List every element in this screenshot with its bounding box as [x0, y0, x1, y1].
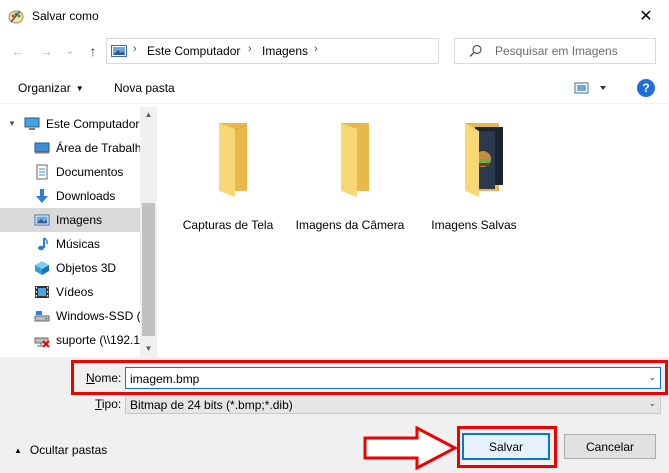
- pictures-icon: [34, 214, 50, 226]
- name-label-rest: ome:: [94, 371, 122, 385]
- nav-item-label: Este Computador: [46, 117, 140, 131]
- nav-item-label: Objetos 3D: [56, 261, 117, 275]
- address-bar[interactable]: › Este Computador › Imagens › ⌄ ↻: [106, 38, 536, 64]
- nav-item-3d-objects[interactable]: Objetos 3D: [0, 256, 140, 280]
- folder-label: Capturas de Tela: [182, 218, 274, 232]
- back-button[interactable]: ←: [10, 43, 26, 59]
- name-label: Nome:: [86, 371, 121, 385]
- save-button[interactable]: Salvar: [462, 433, 550, 460]
- 3d-objects-icon: [35, 261, 49, 275]
- nav-item-desktop[interactable]: Área de Trabalho: [0, 136, 140, 160]
- hide-folders-button[interactable]: ▲ Ocultar pastas: [14, 443, 107, 457]
- forward-button[interactable]: →: [38, 43, 54, 59]
- caret-up-icon: ▲: [14, 446, 22, 455]
- forward-arrow-icon: →: [39, 43, 53, 59]
- breadcrumb-separator: ›: [133, 43, 137, 55]
- cancel-button[interactable]: Cancelar: [564, 434, 656, 459]
- folder-item[interactable]: Imagens da Câmera: [295, 119, 405, 233]
- close-button[interactable]: ✕: [623, 0, 669, 32]
- file-name-input[interactable]: [130, 371, 630, 386]
- network-drive-icon: [34, 337, 50, 348]
- nav-item-music[interactable]: Músicas: [0, 232, 140, 256]
- search-input[interactable]: [495, 43, 650, 59]
- breadcrumb-pictures[interactable]: Imagens: [262, 44, 308, 58]
- organize-button[interactable]: Organizar ▼: [18, 81, 84, 95]
- caret-down-icon: ▼: [75, 84, 84, 93]
- chevron-down-icon: ⌄: [648, 398, 656, 408]
- new-folder-button[interactable]: Nova pasta: [114, 81, 175, 95]
- command-bar: Organizar ▼ Nova pasta: [0, 72, 669, 104]
- music-icon: [38, 237, 48, 251]
- paint-app-icon: [8, 10, 24, 24]
- hide-folders-label: Ocultar pastas: [29, 443, 108, 457]
- drive-icon: [34, 311, 50, 322]
- scroll-down-icon[interactable]: ▼: [140, 341, 157, 357]
- name-label-mnemonic: N: [86, 371, 95, 385]
- search-icon: [469, 44, 482, 57]
- nav-item-downloads[interactable]: Downloads: [0, 184, 140, 208]
- nav-item-this-pc[interactable]: Este Computador: [0, 112, 140, 136]
- breadcrumb-separator: ›: [248, 43, 252, 55]
- documents-icon: [36, 164, 48, 180]
- window-title: Salvar como: [32, 9, 99, 23]
- title-bar: Salvar como ✕: [0, 0, 669, 32]
- organize-label: Organizar: [18, 81, 71, 95]
- chevron-down-icon[interactable]: ⌄: [648, 372, 656, 383]
- annotation-arrow-icon: [363, 426, 459, 470]
- nav-item-label: Downloads: [56, 189, 116, 203]
- nav-item-label: Imagens: [56, 213, 103, 227]
- breadcrumb-this-pc[interactable]: Este Computador: [147, 44, 240, 58]
- search-box[interactable]: [454, 38, 656, 64]
- folder-icon: [219, 123, 248, 197]
- nav-item-documents[interactable]: Documentos: [0, 160, 140, 184]
- recent-locations-button[interactable]: ⌄: [62, 43, 78, 59]
- type-label-mnemonic: T: [95, 397, 102, 411]
- nav-item-label: Músicas: [56, 237, 101, 251]
- folder-item[interactable]: Imagens Salvas: [419, 119, 529, 233]
- nav-item-label: suporte (\\192.1(: [56, 333, 140, 347]
- navigation-scrollbar[interactable]: ▲ ▼: [140, 107, 157, 357]
- file-type-value: Bitmap de 24 bits (*.bmp;*.dib): [130, 398, 293, 412]
- file-name-combobox[interactable]: ⌄: [125, 367, 661, 389]
- folder-label: Imagens Salvas: [431, 218, 517, 232]
- folder-with-image-icon: [465, 123, 503, 197]
- breadcrumb-separator: ›: [314, 43, 318, 55]
- nav-item-label: Área de Trabalho: [56, 141, 140, 155]
- folder-label: Imagens da Câmera: [295, 218, 405, 232]
- nav-item-windows-ssd[interactable]: Windows-SSD (C: [0, 304, 140, 328]
- pictures-folder-icon: [111, 45, 127, 57]
- chevron-down-icon: ⌄: [65, 45, 75, 57]
- downloads-icon: [36, 189, 48, 203]
- file-type-select[interactable]: Bitmap de 24 bits (*.bmp;*.dib) ⌄: [125, 394, 661, 414]
- videos-icon: [35, 286, 49, 298]
- folder-icon: [341, 123, 369, 197]
- folder-item[interactable]: Capturas de Tela: [173, 119, 283, 233]
- computer-icon: [24, 117, 40, 130]
- nav-item-label: Windows-SSD (C: [56, 309, 140, 323]
- back-arrow-icon: ←: [11, 43, 25, 59]
- nav-item-network-drive[interactable]: suporte (\\192.1(: [0, 328, 140, 352]
- type-label: Tipo:: [95, 397, 121, 411]
- nav-item-pictures[interactable]: Imagens: [0, 208, 140, 232]
- close-icon: ✕: [639, 8, 653, 25]
- file-list: Capturas de Tela Imagens da Câmera Image…: [158, 107, 669, 357]
- scroll-up-icon[interactable]: ▲: [140, 107, 157, 123]
- desktop-icon: [34, 142, 50, 154]
- up-arrow-icon: ↑: [89, 43, 97, 59]
- navigation-pane: ▼ Este Computador Área de Trabalho Docum…: [0, 107, 157, 357]
- help-button[interactable]: ?: [637, 79, 655, 97]
- nav-item-label: Documentos: [56, 165, 124, 179]
- scrollbar-thumb[interactable]: [142, 203, 155, 336]
- nav-item-videos[interactable]: Vídeos: [0, 280, 140, 304]
- type-label-rest: ipo:: [101, 397, 122, 411]
- change-view-button[interactable]: [574, 80, 610, 96]
- up-button[interactable]: ↑: [85, 43, 101, 59]
- nav-item-label: Vídeos: [56, 285, 94, 299]
